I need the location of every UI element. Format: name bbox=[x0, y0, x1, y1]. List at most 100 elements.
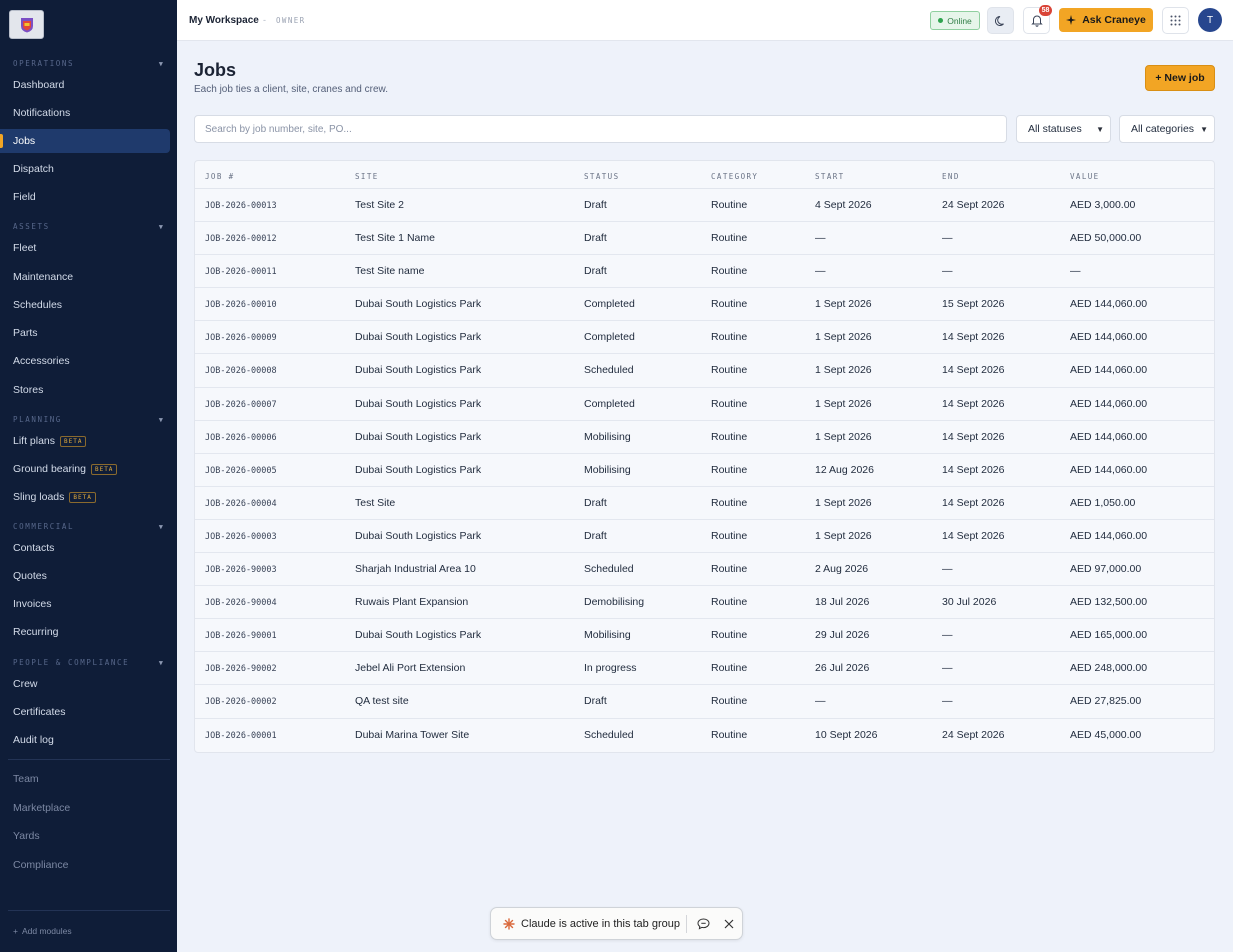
column-header-start[interactable]: START bbox=[815, 172, 845, 181]
cell-end: 14 Sept 2026 bbox=[942, 463, 1005, 476]
cell-job-number: JOB-2026-00002 bbox=[205, 697, 277, 708]
beta-badge: BETA bbox=[90, 463, 118, 475]
cell-site: Dubai South Logistics Park bbox=[355, 629, 482, 642]
column-header-value[interactable]: VALUE bbox=[1070, 172, 1100, 181]
search-input[interactable] bbox=[194, 115, 1007, 143]
sidebar-item-accessories[interactable]: Accessories bbox=[13, 349, 170, 373]
theme-toggle-button[interactable] bbox=[987, 7, 1014, 34]
table-row[interactable]: JOB-2026-00001 Dubai Marina Tower Site Sch… bbox=[195, 719, 1214, 752]
table-row[interactable]: JOB-2026-00008 Dubai South Logistics Park… bbox=[195, 354, 1214, 388]
claude-star-icon bbox=[503, 917, 515, 930]
sidebar-item-ground-bearing[interactable]: Ground bearing BETA bbox=[13, 457, 170, 481]
apps-menu-button[interactable] bbox=[1162, 7, 1189, 34]
close-button[interactable] bbox=[724, 919, 734, 929]
column-header-job[interactable]: JOB # bbox=[205, 172, 235, 181]
table-row[interactable]: JOB-2026-00006 Dubai South Logistics Park… bbox=[195, 421, 1214, 454]
sidebar-item-dashboard[interactable]: Dashboard bbox=[13, 73, 170, 97]
cell-job-number: JOB-2026-00003 bbox=[205, 531, 277, 542]
sidebar-item-notifications[interactable]: Notifications bbox=[13, 101, 170, 125]
cell-category: Routine bbox=[711, 728, 748, 741]
sidebar-item-invoices[interactable]: Invoices bbox=[13, 592, 170, 616]
category-filter-select[interactable]: All categories ▼ bbox=[1119, 115, 1215, 143]
cell-status: Completed bbox=[584, 298, 635, 311]
sidebar-item-fleet[interactable]: Fleet bbox=[13, 236, 170, 260]
cell-site: Test Site 2 bbox=[355, 199, 405, 211]
section-planning[interactable]: PLANNING ▼ bbox=[13, 415, 163, 424]
sidebar-item-field[interactable]: Field bbox=[13, 185, 170, 209]
sidebar-item-compliance[interactable]: Compliance bbox=[13, 853, 170, 877]
cell-category: Routine bbox=[711, 463, 748, 476]
logo[interactable] bbox=[9, 10, 44, 39]
table-row[interactable]: JOB-2026-00007 Dubai South Logistics Park… bbox=[195, 388, 1214, 421]
cell-category: Routine bbox=[711, 265, 748, 278]
close-icon bbox=[724, 919, 734, 928]
cell-value: AED 132,500.00 bbox=[1070, 596, 1148, 609]
section-commercial[interactable]: COMMERCIAL ▼ bbox=[13, 522, 163, 531]
user-avatar[interactable]: T bbox=[1198, 8, 1222, 32]
sidebar-item-sling-loads[interactable]: Sling loads BETA bbox=[13, 485, 170, 509]
table-row[interactable]: JOB-2026-00011 Test Site name Draft Routine… bbox=[195, 255, 1214, 289]
cell-category: Routine bbox=[711, 563, 748, 576]
table-row[interactable]: JOB-2026-90004 Ruwais Plant Expansion Demo… bbox=[195, 586, 1214, 620]
sidebar-item-marketplace[interactable]: Marketplace bbox=[13, 796, 170, 820]
cell-site: Dubai Marina Tower Site bbox=[355, 728, 470, 741]
sidebar-item-audit-log[interactable]: Audit log bbox=[13, 728, 170, 752]
claude-status-bar: Claude is active in this tab group bbox=[490, 907, 743, 940]
sidebar-item-yards[interactable]: Yards bbox=[13, 824, 170, 848]
sidebar-item-team[interactable]: Team bbox=[13, 767, 170, 791]
table-row[interactable]: JOB-2026-90001 Dubai South Logistics Park… bbox=[195, 619, 1214, 653]
sidebar-item-schedules[interactable]: Schedules bbox=[13, 293, 170, 317]
cell-job-number: JOB-2026-00007 bbox=[205, 399, 277, 410]
cell-category: Routine bbox=[711, 397, 748, 410]
cell-start: 1 Sept 2026 bbox=[815, 397, 872, 410]
table-row[interactable]: JOB-2026-90003 Sharjah Industrial Area 10… bbox=[195, 553, 1214, 587]
cell-end: 15 Sept 2026 bbox=[942, 298, 1005, 311]
column-header-status[interactable]: STATUS bbox=[584, 172, 620, 181]
page-title: Jobs bbox=[194, 60, 237, 80]
table-row[interactable]: JOB-2026-00002 QA test site Draft Routine — —… bbox=[195, 685, 1214, 719]
sidebar-item-contacts[interactable]: Contacts bbox=[13, 536, 170, 560]
table-row[interactable]: JOB-2026-00013 Test Site 2 Draft Routine 4 S… bbox=[195, 189, 1214, 223]
sidebar-item-lift-plans[interactable]: Lift plans BETA bbox=[13, 429, 170, 453]
table-row[interactable]: JOB-2026-00012 Test Site 1 Name Draft Routi… bbox=[195, 222, 1214, 256]
cell-start: 10 Sept 2026 bbox=[815, 728, 878, 741]
table-row[interactable]: JOB-2026-90002 Jebel Ali Port Extension In… bbox=[195, 652, 1214, 686]
table-row[interactable]: JOB-2026-00009 Dubai South Logistics Park… bbox=[195, 321, 1214, 355]
section-people-compliance[interactable]: PEOPLE & COMPLIANCE ▼ bbox=[13, 658, 163, 667]
cell-value: AED 165,000.00 bbox=[1070, 629, 1148, 642]
sidebar-item-recurring[interactable]: Recurring bbox=[13, 620, 170, 644]
column-header-site[interactable]: SITE bbox=[355, 172, 379, 181]
cell-category: Routine bbox=[711, 364, 748, 377]
table-row[interactable]: JOB-2026-00005 Dubai South Logistics Park… bbox=[195, 454, 1214, 487]
cell-end: 24 Sept 2026 bbox=[942, 199, 1005, 211]
sidebar-item-certificates[interactable]: Certificates bbox=[13, 700, 170, 724]
table-row[interactable]: JOB-2026-00004 Test Site Draft Routine 1 Sep… bbox=[195, 487, 1214, 520]
cell-status: Mobilising bbox=[584, 629, 631, 642]
status-filter-select[interactable]: All statuses ▼ bbox=[1016, 115, 1111, 143]
sidebar-item-jobs[interactable]: Jobs bbox=[0, 129, 170, 153]
section-operations[interactable]: OPERATIONS ▼ bbox=[13, 59, 163, 68]
cell-site: Dubai South Logistics Park bbox=[355, 397, 482, 410]
new-job-button[interactable]: + New job bbox=[1145, 65, 1215, 91]
ask-craneye-button[interactable]: Ask Craneye bbox=[1059, 8, 1153, 32]
add-modules-button[interactable]: + Add modules bbox=[13, 926, 72, 936]
column-header-end[interactable]: END bbox=[942, 172, 960, 181]
bell-icon bbox=[1030, 15, 1043, 27]
cell-start: 1 Sept 2026 bbox=[815, 331, 872, 344]
workspace-name[interactable]: My Workspace bbox=[189, 15, 259, 26]
sidebar-item-crew[interactable]: Crew bbox=[13, 672, 170, 696]
sidebar: OPERATIONS ▼ Dashboard Notifications Job… bbox=[0, 0, 177, 952]
sidebar-item-dispatch[interactable]: Dispatch bbox=[13, 157, 170, 181]
cell-site: Sharjah Industrial Area 10 bbox=[355, 563, 476, 576]
chat-button[interactable] bbox=[697, 917, 710, 930]
sidebar-item-maintenance[interactable]: Maintenance bbox=[13, 265, 170, 289]
section-assets[interactable]: ASSETS ▼ bbox=[13, 222, 163, 231]
sidebar-item-parts[interactable]: Parts bbox=[13, 321, 170, 345]
table-row[interactable]: JOB-2026-00010 Dubai South Logistics Park… bbox=[195, 288, 1214, 322]
cell-status: Scheduled bbox=[584, 563, 634, 576]
column-header-category[interactable]: CATEGORY bbox=[711, 172, 758, 181]
sidebar-item-stores[interactable]: Stores bbox=[13, 378, 170, 402]
cell-start: 26 Jul 2026 bbox=[815, 662, 870, 675]
table-row[interactable]: JOB-2026-00003 Dubai South Logistics Park… bbox=[195, 520, 1214, 554]
sidebar-item-quotes[interactable]: Quotes bbox=[13, 564, 170, 588]
